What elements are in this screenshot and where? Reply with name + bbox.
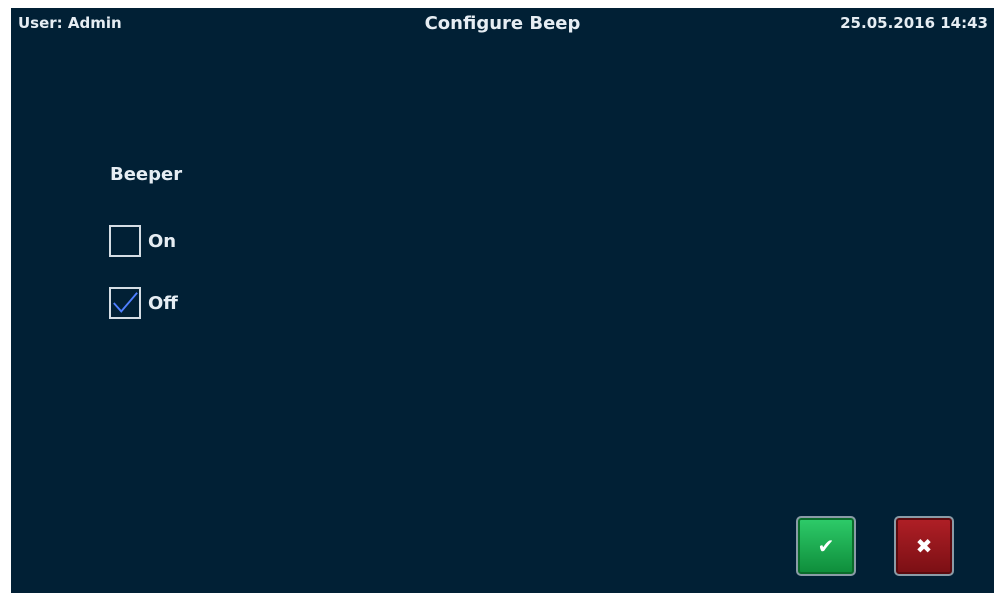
beeper-label: Beeper: [110, 164, 183, 185]
cancel-button[interactable]: ✖: [894, 516, 954, 576]
checkmark-icon: ✔: [817, 534, 835, 558]
close-icon: ✖: [915, 534, 933, 558]
date-time: 25.05.2016 14:43: [840, 14, 988, 32]
beeper-off-label: Off: [148, 292, 178, 314]
configure-beep-screen: User: Admin Configure Beep 25.05.2016 14…: [11, 8, 994, 593]
header-bar: User: Admin Configure Beep 25.05.2016 14…: [11, 8, 994, 44]
confirm-button[interactable]: ✔: [796, 516, 856, 576]
check-mark-icon: [113, 292, 138, 313]
beeper-on-label: On: [148, 230, 177, 252]
beeper-on-option[interactable]: On: [109, 224, 176, 258]
beeper-off-checkbox[interactable]: [109, 287, 141, 319]
beeper-on-checkbox[interactable]: [109, 225, 141, 257]
beeper-off-option[interactable]: Off: [109, 286, 178, 320]
